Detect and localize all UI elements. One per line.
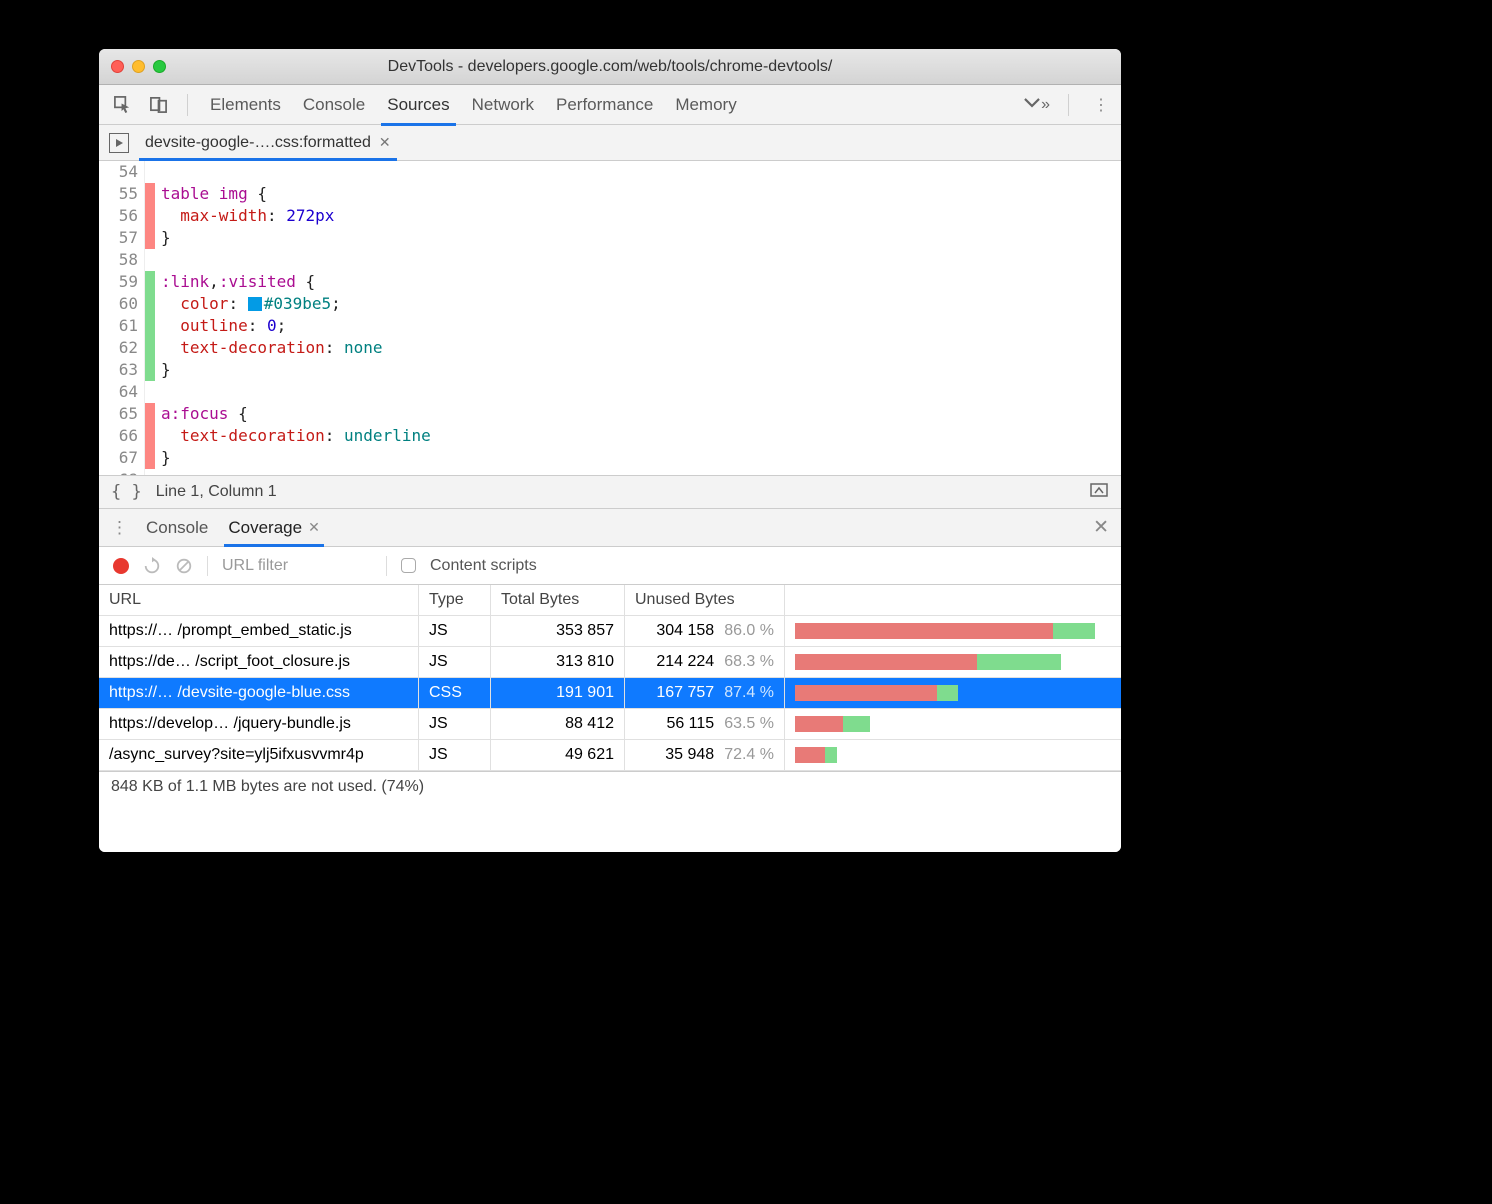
cell-total: 313 810	[491, 647, 625, 677]
drawer-tab-console[interactable]: Console	[144, 512, 210, 544]
separator	[386, 556, 387, 576]
cell-unused: 304 15886.0 %	[625, 616, 785, 646]
cell-unused: 214 22468.3 %	[625, 647, 785, 677]
content-scripts-label: Content scripts	[430, 557, 537, 575]
col-url[interactable]: URL	[99, 585, 419, 615]
col-unused[interactable]: Unused Bytes	[625, 585, 785, 615]
table-row[interactable]: https://… /prompt_embed_static.jsJS353 8…	[99, 616, 1121, 647]
cell-url: /async_survey?site=ylj5ifxusvvmr4p	[99, 740, 419, 770]
cell-type: CSS	[419, 678, 491, 708]
navigator-toggle-icon[interactable]	[109, 133, 129, 153]
tab-performance[interactable]: Performance	[552, 87, 657, 123]
file-tabstrip: devsite-google-….css:formatted ✕	[99, 125, 1121, 161]
coverage-toolbar: URL filter Content scripts	[99, 547, 1121, 585]
devtools-window: DevTools - developers.google.com/web/too…	[99, 49, 1121, 852]
line-gutter: 545556575859606162636465666768	[99, 161, 145, 475]
col-total[interactable]: Total Bytes	[491, 585, 625, 615]
separator	[1068, 94, 1069, 116]
close-file-icon[interactable]: ✕	[379, 134, 391, 151]
cell-type: JS	[419, 740, 491, 770]
coverage-gutter	[145, 161, 155, 475]
cell-type: JS	[419, 616, 491, 646]
file-tab[interactable]: devsite-google-….css:formatted ✕	[139, 128, 397, 158]
tab-sources[interactable]: Sources	[383, 87, 453, 123]
coverage-table: URL Type Total Bytes Unused Bytes https:…	[99, 585, 1121, 852]
cell-bar	[785, 616, 1121, 646]
cell-total: 88 412	[491, 709, 625, 739]
drawer-tabstrip: ⋮ Console Coverage ✕ ✕	[99, 509, 1121, 547]
code-editor[interactable]: 545556575859606162636465666768 table img…	[99, 161, 1121, 475]
drawer-tab-coverage[interactable]: Coverage ✕	[226, 512, 321, 544]
cell-unused: 167 75787.4 %	[625, 678, 785, 708]
cell-url: https://… /devsite-google-blue.css	[99, 678, 419, 708]
table-row[interactable]: https://de… /script_foot_closure.jsJS313…	[99, 647, 1121, 678]
reload-icon[interactable]	[143, 557, 161, 575]
code-content[interactable]: table img { max-width: 272px}:link,:visi…	[155, 161, 1121, 475]
cell-total: 49 621	[491, 740, 625, 770]
cell-type: JS	[419, 709, 491, 739]
cell-unused: 35 94872.4 %	[625, 740, 785, 770]
drawer-tab-coverage-label: Coverage	[228, 518, 302, 538]
sidebar-toggle-icon[interactable]	[1089, 480, 1109, 505]
cell-bar	[785, 647, 1121, 677]
cell-bar	[785, 709, 1121, 739]
inspect-element-icon[interactable]	[111, 94, 133, 116]
cell-total: 191 901	[491, 678, 625, 708]
titlebar: DevTools - developers.google.com/web/too…	[99, 49, 1121, 85]
cell-url: https://… /prompt_embed_static.js	[99, 616, 419, 646]
col-bar	[785, 585, 1121, 615]
drawer-menu-icon[interactable]: ⋮	[111, 518, 128, 538]
col-type[interactable]: Type	[419, 585, 491, 615]
clear-icon[interactable]	[175, 557, 193, 575]
table-row[interactable]: /async_survey?site=ylj5ifxusvvmr4pJS49 6…	[99, 740, 1121, 771]
url-filter-input[interactable]: URL filter	[222, 557, 372, 575]
tab-elements[interactable]: Elements	[206, 87, 285, 123]
separator	[187, 94, 188, 116]
cell-url: https://de… /script_foot_closure.js	[99, 647, 419, 677]
close-drawer-icon[interactable]: ✕	[1093, 516, 1109, 539]
cell-total: 353 857	[491, 616, 625, 646]
separator	[207, 556, 208, 576]
tab-network[interactable]: Network	[468, 87, 538, 123]
cell-bar	[785, 740, 1121, 770]
tab-console[interactable]: Console	[299, 87, 369, 123]
cell-bar	[785, 678, 1121, 708]
coverage-table-header: URL Type Total Bytes Unused Bytes	[99, 585, 1121, 616]
device-mode-icon[interactable]	[147, 94, 169, 116]
main-toolbar: Elements Console Sources Network Perform…	[99, 85, 1121, 125]
editor-statusbar: { } Line 1, Column 1	[99, 475, 1121, 509]
window-title: DevTools - developers.google.com/web/too…	[99, 58, 1121, 76]
pretty-print-icon[interactable]: { }	[111, 482, 142, 502]
more-tabs-icon[interactable]: »	[1023, 96, 1050, 114]
record-button[interactable]	[113, 558, 129, 574]
close-coverage-tab-icon[interactable]: ✕	[308, 519, 320, 536]
file-tab-label: devsite-google-….css:formatted	[145, 134, 371, 152]
tab-memory[interactable]: Memory	[671, 87, 740, 123]
cell-unused: 56 11563.5 %	[625, 709, 785, 739]
settings-kebab-icon[interactable]: ⋮	[1093, 95, 1109, 115]
cell-type: JS	[419, 647, 491, 677]
coverage-footer: 848 KB of 1.1 MB bytes are not used. (74…	[99, 771, 1121, 801]
cursor-position: Line 1, Column 1	[156, 483, 277, 501]
cell-url: https://develop… /jquery-bundle.js	[99, 709, 419, 739]
content-scripts-checkbox[interactable]	[401, 558, 416, 573]
table-row[interactable]: https://… /devsite-google-blue.cssCSS191…	[99, 678, 1121, 709]
table-row[interactable]: https://develop… /jquery-bundle.jsJS88 4…	[99, 709, 1121, 740]
